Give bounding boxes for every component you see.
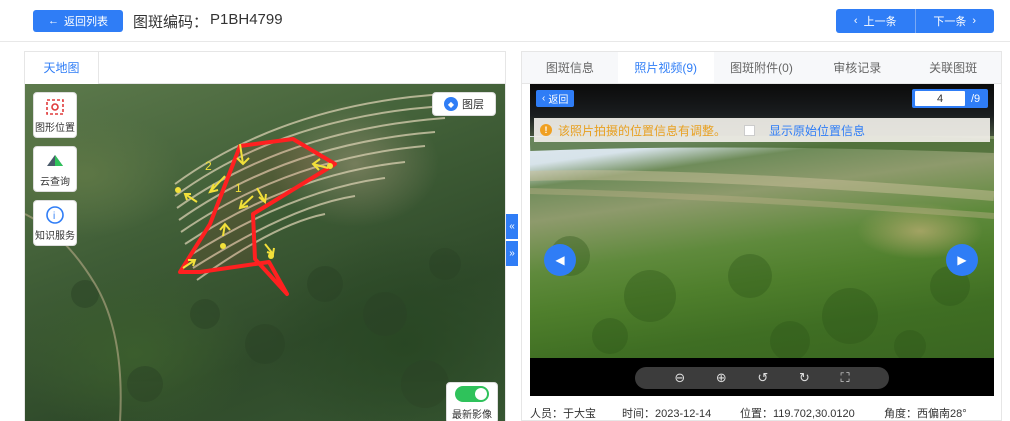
photo-time: 时间：2023-12-14 xyxy=(622,408,712,420)
detail-tabs: 图斑信息 照片视频(9) 图斑附件(0) 审核记录 关联图斑 xyxy=(522,52,1001,84)
chevron-left-icon: ‹ xyxy=(853,15,858,27)
map-tabs: 天地图 xyxy=(25,52,505,84)
warning-icon: ! xyxy=(540,124,552,136)
page-number-input[interactable]: 4 xyxy=(915,91,965,106)
fullscreen-icon[interactable]: ⛶ xyxy=(841,370,850,386)
caret-left-icon: ◀ xyxy=(555,253,565,267)
collapse-right-icon[interactable]: » xyxy=(506,241,518,266)
photo-angle: 角度：西偏南28° xyxy=(884,408,967,420)
show-original-label[interactable]: 显示原始位置信息 xyxy=(769,122,865,139)
tab-review-records[interactable]: 审核记录 xyxy=(809,52,905,83)
cloud-query-icon xyxy=(44,151,66,171)
photo-viewer: ‹ 返回 4 /9 ! 该照片拍摄的位置信息有调整。 显示原始位置信息 ◀ ▶ … xyxy=(530,84,994,396)
prev-photo-button[interactable]: ◀ xyxy=(544,244,576,276)
arrow-left-icon: ← xyxy=(48,15,59,27)
next-record-button[interactable]: 下一条 › xyxy=(914,9,994,33)
back-to-list-button[interactable]: ← 返回列表 xyxy=(33,10,123,32)
marker-1: 1 xyxy=(235,181,242,195)
tab-photo-video[interactable]: 照片视频(9) xyxy=(617,52,714,83)
knowledge-service-button[interactable]: i 知识服务 xyxy=(33,200,77,246)
collapse-left-icon[interactable]: « xyxy=(506,214,518,239)
field-photo[interactable] xyxy=(530,136,994,358)
zoom-in-icon[interactable]: ⊕ xyxy=(716,370,727,386)
tab-related-polygons[interactable]: 关联图斑 xyxy=(905,52,1001,83)
knowledge-service-icon: i xyxy=(44,205,66,225)
tab-polygon-info[interactable]: 图斑信息 xyxy=(522,52,618,83)
photo-metadata: 人员：于大宝 时间：2023-12-14 位置：119.702,30.0120 … xyxy=(530,405,994,421)
chevron-left-icon: ‹ xyxy=(542,93,546,104)
photo-panel: 图斑信息 照片视频(9) 图斑附件(0) 审核记录 关联图斑 ‹ 返回 4 /9… xyxy=(521,51,1002,421)
polygon-location-icon xyxy=(44,97,66,117)
satellite-map[interactable]: 1 2 图形位置 云查询 i 知识服务 ◆ 图层 最新影像 xyxy=(25,84,505,421)
tab-tianditu[interactable]: 天地图 xyxy=(25,52,99,84)
tab-attachments[interactable]: 图斑附件(0) xyxy=(714,52,810,83)
zoom-out-icon[interactable]: ⊖ xyxy=(674,370,685,386)
photo-texture xyxy=(530,136,994,358)
polygon-code: P1BH4799 xyxy=(210,11,283,28)
panel-collapse-bar: « » xyxy=(506,214,518,266)
location-adjusted-notice: ! 该照片拍摄的位置信息有调整。 显示原始位置信息 xyxy=(534,118,990,142)
layer-button[interactable]: ◆ 图层 xyxy=(432,92,496,116)
map-panel: 天地图 1 2 图形位置 云查询 i 知识服务 ◆ 图层 最新影像 xyxy=(24,51,506,421)
layers-icon: ◆ xyxy=(444,97,458,111)
caret-right-icon: ▶ xyxy=(957,253,967,267)
polygon-location-button[interactable]: 图形位置 xyxy=(33,92,77,138)
show-original-checkbox[interactable] xyxy=(744,124,756,136)
map-overlay: 1 2 xyxy=(25,93,461,421)
photo-controls: ⊖ ⊕ ↺ ↻ ⛶ xyxy=(635,367,889,389)
page-total: /9 xyxy=(971,92,981,105)
svg-text:i: i xyxy=(53,211,55,222)
prev-record-button[interactable]: ‹ 上一条 xyxy=(836,9,915,33)
record-navigation: ‹ 上一条 下一条 › xyxy=(836,9,994,33)
photo-person: 人员：于大宝 xyxy=(530,408,596,420)
chevron-right-icon: › xyxy=(972,15,977,27)
photo-back-button[interactable]: ‹ 返回 xyxy=(536,90,575,107)
cloud-query-button[interactable]: 云查询 xyxy=(33,146,77,192)
photo-pager: 4 /9 xyxy=(912,89,988,108)
toggle-switch[interactable] xyxy=(455,385,489,402)
page-title: 图斑编码： P1BH4799 xyxy=(133,11,283,31)
marker-2: 2 xyxy=(205,159,212,173)
next-photo-button[interactable]: ▶ xyxy=(946,244,978,276)
rotate-left-icon[interactable]: ↺ xyxy=(757,370,768,386)
rotate-right-icon[interactable]: ↻ xyxy=(799,370,810,386)
top-bar: ← 返回列表 图斑编码： P1BH4799 ‹ 上一条 下一条 › xyxy=(0,0,1010,42)
photo-position: 位置：119.702,30.0120 xyxy=(740,408,855,420)
latest-image-toggle[interactable]: 最新影像 xyxy=(446,382,498,421)
